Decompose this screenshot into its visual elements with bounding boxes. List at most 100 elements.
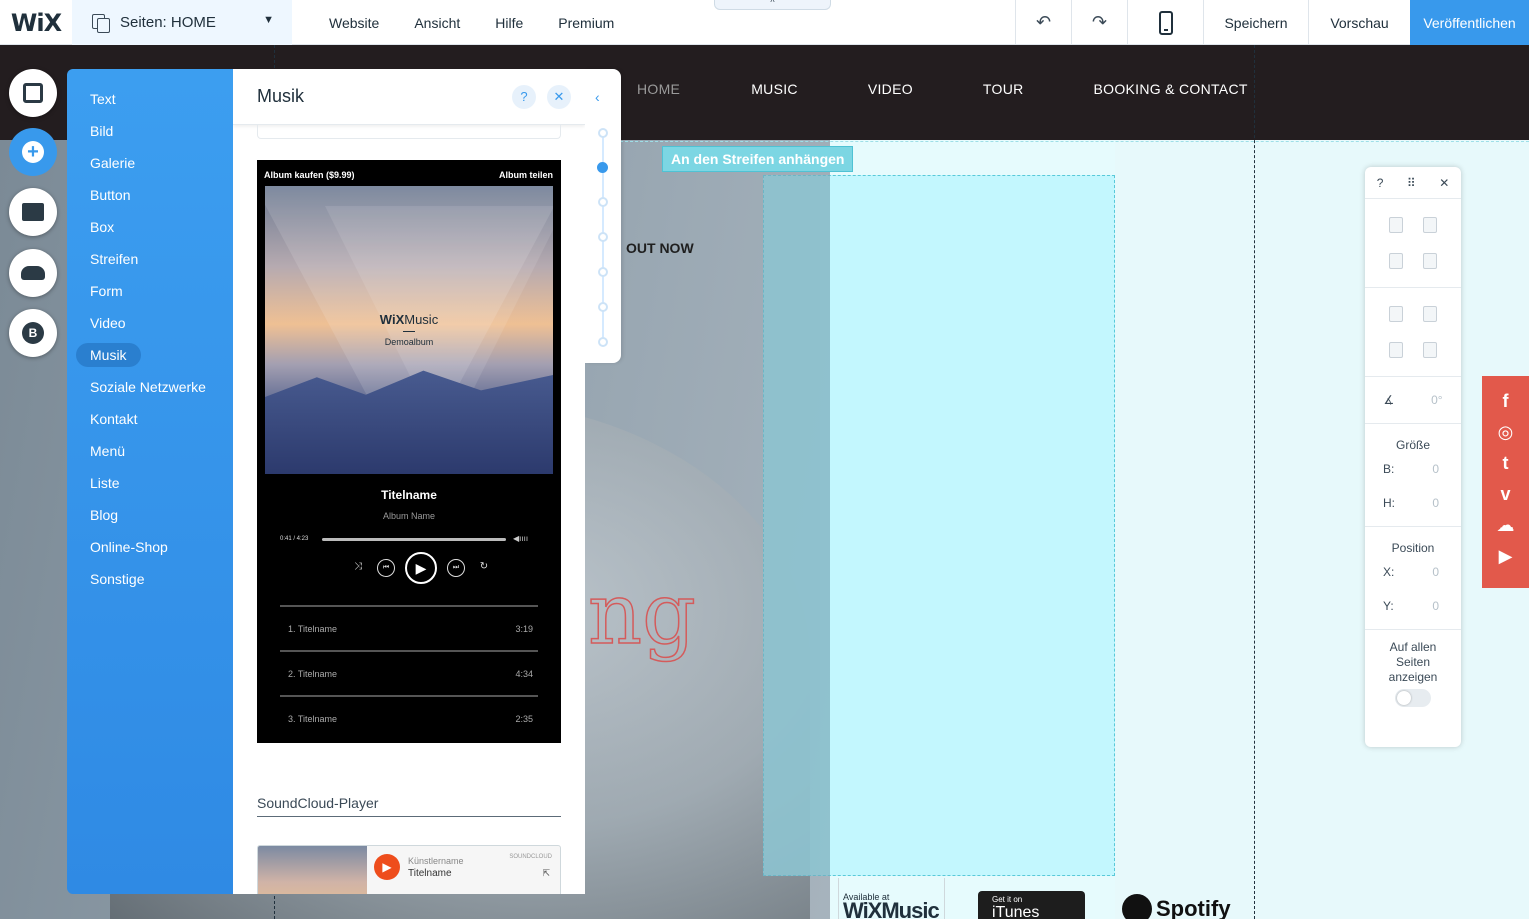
soundcloud-section-title: SoundCloud-Player — [257, 795, 379, 811]
soundcloud-player-preset[interactable]: ▶ Künstlername Titelname SOUNDCLOUD ⇱ — [257, 845, 561, 894]
undo-button[interactable]: ↶ — [1015, 0, 1071, 45]
category-video[interactable]: Video — [90, 315, 126, 331]
menu-premium[interactable]: Premium — [558, 15, 614, 31]
previous-preset-tile[interactable] — [257, 125, 561, 139]
menu-website[interactable]: Website — [329, 15, 379, 31]
close-panel-button[interactable]: ✕ — [547, 85, 571, 109]
list-item: 3. Titelname 2:35 — [280, 695, 538, 740]
category-soziale-netzwerke[interactable]: Soziale Netzwerke — [90, 379, 206, 395]
site-nav-music[interactable]: MUSIC — [751, 81, 798, 97]
category-button[interactable]: Button — [90, 187, 130, 203]
mobile-view-button[interactable] — [1127, 0, 1203, 45]
category-bild[interactable]: Bild — [90, 123, 113, 139]
next-icon: ⏭ — [447, 559, 465, 577]
category-menu[interactable]: Menü — [90, 443, 125, 459]
music-player-preset[interactable]: Album kaufen ($9.99) Album teilen WiXMus… — [257, 160, 561, 743]
y-input[interactable]: 0 — [1432, 599, 1439, 613]
topbar-actions: ↶ ↷ Speichern Vorschau Veröffentlichen — [1015, 0, 1529, 45]
section-dot[interactable] — [598, 128, 608, 138]
add-panel-content: Musik ? ✕ Album kaufen ($9.99) Album tei… — [233, 69, 585, 894]
mobile-phone-icon — [1158, 10, 1173, 35]
site-nav-video[interactable]: VIDEO — [868, 81, 913, 97]
width-label: B: — [1383, 462, 1395, 476]
soundcloud-icon[interactable]: ☁ — [1495, 514, 1517, 536]
paste-icon[interactable] — [1423, 217, 1437, 233]
section-dot-active[interactable] — [597, 162, 608, 173]
youtube-icon[interactable]: ▶ — [1495, 545, 1517, 567]
chevron-left-icon[interactable]: ‹ — [595, 89, 600, 105]
blog-button[interactable]: B — [9, 309, 57, 357]
category-blog[interactable]: Blog — [90, 507, 118, 523]
rotation-input[interactable]: 0° — [1431, 393, 1442, 407]
instagram-icon[interactable]: ◎ — [1495, 421, 1517, 443]
category-kontakt[interactable]: Kontakt — [90, 411, 137, 427]
pages-menu-button[interactable] — [9, 69, 57, 117]
badge-wix-big: WiXMusic — [843, 898, 940, 919]
share-album-link: Album teilen — [498, 170, 553, 180]
arrange-icon[interactable] — [1389, 306, 1403, 322]
vimeo-icon[interactable]: v — [1495, 483, 1517, 505]
help-icon[interactable]: ? — [1377, 176, 1384, 190]
upload-button[interactable] — [9, 249, 57, 297]
preview-button[interactable]: Vorschau — [1308, 0, 1410, 45]
section-dot[interactable] — [598, 232, 608, 242]
category-streifen[interactable]: Streifen — [90, 251, 138, 267]
add-button[interactable]: + — [9, 128, 57, 176]
pages-label: Seiten: HOME — [120, 14, 216, 31]
category-box[interactable]: Box — [90, 219, 114, 235]
trash-icon[interactable] — [1423, 253, 1437, 269]
pages-dropdown[interactable]: Seiten: HOME ▼ — [72, 0, 292, 45]
duplicate-icon[interactable] — [1389, 253, 1403, 269]
category-galerie[interactable]: Galerie — [90, 155, 135, 171]
height-label: H: — [1383, 496, 1395, 510]
script-title-text[interactable]: ng — [587, 564, 696, 664]
save-button[interactable]: Speichern — [1203, 0, 1308, 45]
social-bar[interactable]: f ◎ t v ☁ ▶ — [1482, 376, 1529, 588]
itunes-badge[interactable]: Get it on iTunes — [978, 891, 1085, 919]
add-panel-title: Musik — [257, 86, 305, 106]
category-online-shop[interactable]: Online-Shop — [90, 539, 168, 555]
wix-logo[interactable]: WiX — [0, 0, 72, 45]
match-size-icon[interactable] — [1423, 342, 1437, 358]
badge-itunes-big: iTunes — [992, 904, 1040, 919]
out-now-text[interactable]: OUT NOW — [626, 240, 694, 256]
twitter-icon[interactable]: t — [1495, 452, 1517, 474]
category-text[interactable]: Text — [90, 91, 116, 107]
facebook-icon[interactable]: f — [1495, 390, 1517, 412]
redo-button[interactable]: ↷ — [1071, 0, 1127, 45]
site-nav-tour[interactable]: TOUR — [983, 81, 1024, 97]
player-album-name: Album Name — [382, 511, 436, 521]
help-button[interactable]: ? — [512, 85, 536, 109]
app-market-button[interactable] — [9, 188, 57, 236]
align-icon[interactable] — [1423, 306, 1437, 322]
wix-music-badge[interactable]: Available at WiXMusic — [838, 878, 945, 919]
menu-hilfe[interactable]: Hilfe — [495, 15, 523, 31]
dragged-element-overlap — [763, 175, 830, 876]
section-dot[interactable] — [598, 267, 608, 277]
section-dot[interactable] — [598, 197, 608, 207]
category-liste[interactable]: Liste — [90, 475, 120, 491]
publish-button[interactable]: Veröffentlichen — [1410, 0, 1529, 45]
x-input[interactable]: 0 — [1432, 565, 1439, 579]
category-form[interactable]: Form — [90, 283, 123, 299]
site-nav-booking[interactable]: BOOKING & CONTACT — [1094, 81, 1248, 97]
x-label: X: — [1383, 565, 1395, 579]
player-progress-bar — [322, 538, 506, 541]
show-on-all-pages-toggle[interactable] — [1395, 689, 1431, 707]
site-nav-home[interactable]: HOME — [637, 81, 680, 97]
category-sonstige[interactable]: Sonstige — [90, 571, 144, 587]
section-dot[interactable] — [598, 302, 608, 312]
album-logo: WiXMusic — [379, 312, 439, 327]
category-musik[interactable]: Musik — [76, 343, 141, 367]
undo-icon: ↶ — [1035, 12, 1052, 32]
copy-icon[interactable] — [1389, 217, 1403, 233]
menu-ansicht[interactable]: Ansicht — [414, 15, 460, 31]
drag-handle-icon[interactable]: ⠿ — [1407, 176, 1416, 190]
collapse-topbar-tab[interactable]: ^ — [714, 0, 831, 10]
section-dot[interactable] — [598, 337, 608, 347]
width-input[interactable]: 0 — [1432, 462, 1439, 476]
distribute-icon[interactable] — [1389, 342, 1403, 358]
height-input[interactable]: 0 — [1432, 496, 1439, 510]
spotify-badge[interactable]: Spotify — [1122, 894, 1231, 919]
close-icon[interactable]: ✕ — [1439, 176, 1449, 190]
